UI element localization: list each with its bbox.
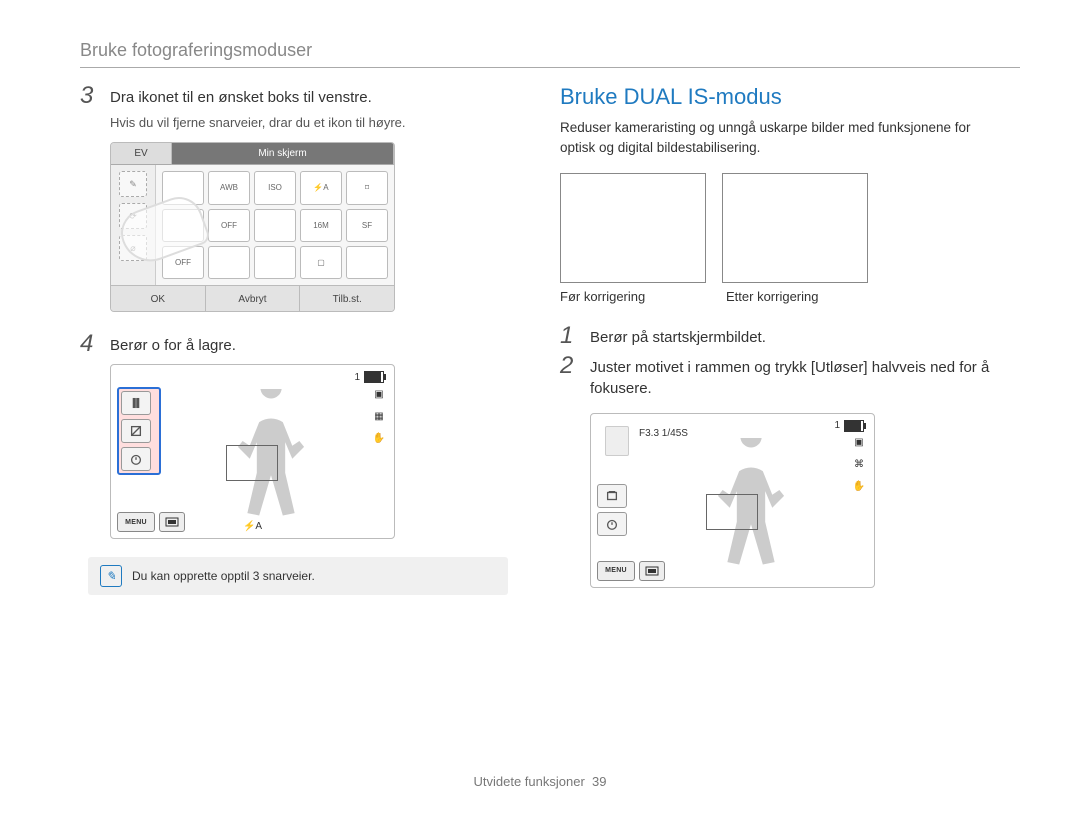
hand-icon: ✋ (850, 480, 868, 494)
grid-icon[interactable] (254, 246, 296, 279)
shot-counter: 1 (834, 420, 864, 432)
battery-icon (364, 371, 384, 383)
shortcut-slot[interactable]: ⟳ (119, 203, 147, 229)
af-icon: ▦ (370, 409, 388, 423)
before-image (560, 173, 706, 283)
grid-icon[interactable] (254, 209, 296, 242)
grid-icon[interactable]: AWB (208, 171, 250, 204)
step-number: 2 (560, 354, 580, 399)
step-4: 4 Berør o for å lagre. (80, 332, 520, 356)
shortcut-slot[interactable]: ⌀ (119, 235, 147, 261)
grid-icon[interactable]: 16M (300, 209, 342, 242)
step-text: Dra ikonet til en ønsket boks til venstr… (110, 84, 372, 108)
mode-badge (605, 426, 629, 456)
after-image (722, 173, 868, 283)
step-number: 1 (560, 324, 580, 348)
section-description: Reduser kameraristing og unngå uskarpe b… (560, 118, 1000, 159)
mode-icon: ▣ (850, 436, 868, 450)
right-column: Bruke DUAL IS-modus Reduser kameraristin… (560, 84, 1000, 595)
before-label: Før korrigering (560, 289, 710, 304)
right-status-icons: ▣ ⌘ ✋ (850, 436, 868, 494)
timer-off-icon[interactable] (597, 512, 627, 536)
display-mode-button[interactable] (159, 512, 185, 532)
grid-icon[interactable] (162, 171, 204, 204)
info-note: ✎ Du kan opprette opptil 3 snarveier. (88, 557, 508, 595)
cancel-button[interactable]: Avbryt (206, 286, 301, 312)
shortcut-slots: ✎ ⟳ ⌀ (111, 165, 156, 285)
step-number: 4 (80, 332, 100, 356)
subject-silhouette (701, 438, 801, 568)
display-mode-button[interactable] (639, 561, 665, 581)
step-3-subtext: Hvis du vil fjerne snarveier, drar du et… (110, 114, 520, 132)
menu-button[interactable]: MENU (117, 512, 155, 532)
after-label: Etter korrigering (726, 289, 876, 304)
grid-icon[interactable] (346, 246, 388, 279)
left-shortcut-column (117, 387, 161, 475)
breadcrumb: Bruke fotograferingsmoduser (80, 40, 1020, 61)
section-title: Bruke DUAL IS-modus (560, 84, 1000, 110)
left-shortcut-column (597, 484, 633, 536)
shot-counter: 1 (354, 371, 384, 383)
flash-indicator: ⚡A (243, 521, 262, 532)
grid-icon[interactable]: ▢ (300, 246, 342, 279)
grid-icon[interactable]: ⌑ (346, 171, 388, 204)
camera-settings-screen: EV Min skjerm ✎ ⟳ ⌀ AWB ISO ⚡A ⌑ (110, 142, 395, 312)
note-text: Du kan opprette opptil 3 snarveier. (132, 569, 315, 583)
battery-icon (844, 420, 864, 432)
grid-icon[interactable]: SF (346, 209, 388, 242)
step-text: Juster motivet i rammen og trykk [Utløse… (590, 354, 1000, 399)
breadcrumb-rule (80, 67, 1020, 68)
left-column: 3 Dra ikonet til en ønsket boks til vens… (80, 84, 520, 595)
step-text: Berør o for å lagre. (110, 332, 236, 356)
pause-icon[interactable] (121, 391, 151, 415)
step-1: 1 Berør på startskjermbildet. (560, 324, 1000, 348)
camera-liveview-screen-dualis: 1 F3.3 1/45S MENU (590, 413, 875, 588)
menu-button[interactable]: MENU (597, 561, 635, 581)
before-after-labels: Før korrigering Etter korrigering (560, 289, 1000, 304)
grid-icon[interactable]: OFF (162, 246, 204, 279)
subject-silhouette (221, 389, 321, 519)
shortcut-slot[interactable]: ✎ (119, 171, 147, 197)
grid-icon[interactable]: ⚡A (300, 171, 342, 204)
timer-off-icon[interactable] (121, 447, 151, 471)
settings-icon-grid: AWB ISO ⚡A ⌑ OFF 16M SF OFF ▢ (156, 165, 394, 285)
is-icon: ⌘ (850, 458, 868, 472)
right-status-icons: ▣ ▦ ✋ (370, 387, 388, 445)
exposure-icon[interactable] (121, 419, 151, 443)
reset-button[interactable]: Tilb.st. (300, 286, 394, 312)
tab-ev[interactable]: EV (111, 143, 172, 165)
grid-icon[interactable] (208, 246, 250, 279)
hand-icon: ✋ (370, 431, 388, 445)
step-3: 3 Dra ikonet til en ønsket boks til vens… (80, 84, 520, 108)
mode-dualis-icon[interactable] (597, 484, 627, 508)
mode-icon: ▣ (370, 387, 388, 401)
grid-icon[interactable] (162, 209, 204, 242)
ok-button[interactable]: OK (111, 286, 206, 312)
step-text: Berør på startskjermbildet. (590, 324, 766, 348)
step-number: 3 (80, 84, 100, 108)
camera-liveview-screen: 1 MENU (110, 364, 395, 539)
step-2: 2 Juster motivet i rammen og trykk [Utlø… (560, 354, 1000, 399)
before-after-row (560, 173, 1000, 283)
page-footer: Utvidete funksjoner 39 (0, 774, 1080, 789)
exposure-readout: F3.3 1/45S (639, 428, 688, 439)
grid-icon[interactable]: ISO (254, 171, 296, 204)
tab-my-screen[interactable]: Min skjerm (172, 143, 394, 165)
grid-icon[interactable]: OFF (208, 209, 250, 242)
info-icon: ✎ (100, 565, 122, 587)
